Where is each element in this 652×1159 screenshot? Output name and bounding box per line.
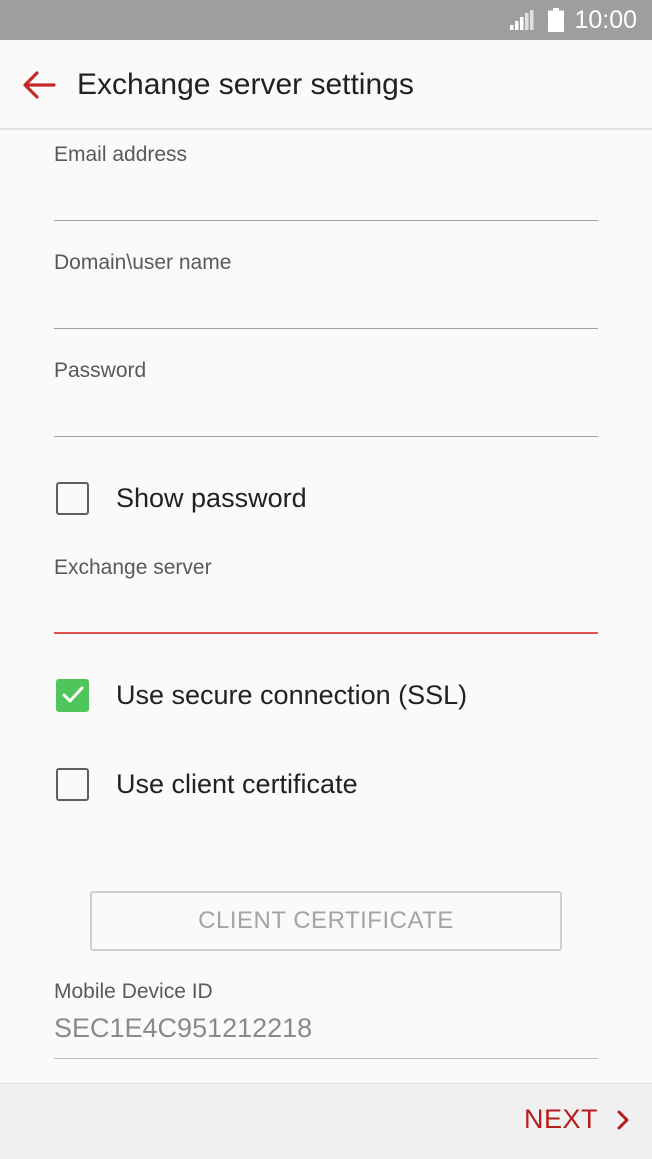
next-label: NEXT [523, 1104, 598, 1134]
exchange-server-label: Exchange server [54, 556, 212, 579]
device-id-label: Mobile Device ID [54, 980, 213, 1003]
ssl-checkbox-row[interactable]: Use secure connection (SSL) [56, 675, 467, 715]
app-bar: Exchange server settings [0, 40, 652, 130]
client-certificate-checkbox[interactable] [56, 767, 89, 801]
email-field[interactable] [54, 183, 598, 221]
client-certificate-checkbox-row[interactable]: Use client certificate [56, 764, 358, 804]
chevron-right-icon [617, 1110, 629, 1129]
password-label: Password [54, 359, 147, 382]
page-title: Exchange server settings [77, 68, 414, 101]
bottom-bar: NEXT [0, 1083, 652, 1159]
status-bar: 10:00 [0, 0, 652, 40]
show-password-label: Show password [116, 482, 307, 513]
checkmark-icon [62, 686, 83, 703]
status-clock: 10:00 [574, 6, 637, 34]
arrow-left-icon[interactable] [22, 70, 56, 100]
ssl-checkbox[interactable] [56, 678, 89, 712]
battery-icon [548, 8, 564, 37]
client-certificate-label: Use client certificate [116, 768, 358, 799]
username-field[interactable] [54, 291, 598, 329]
show-password-checkbox-row[interactable]: Show password [56, 478, 307, 518]
show-password-checkbox[interactable] [56, 481, 89, 515]
exchange-server-field[interactable] [54, 596, 598, 634]
password-field[interactable] [54, 399, 598, 437]
username-label: Domain\user name [54, 251, 232, 274]
signal-icon [510, 10, 534, 35]
next-button[interactable]: NEXT [524, 1104, 630, 1135]
email-label: Email address [54, 143, 188, 166]
client-certificate-button[interactable]: CLIENT CERTIFICATE [90, 891, 562, 951]
ssl-label: Use secure connection (SSL) [116, 679, 468, 710]
device-id-value: SEC1E4C951212218 [54, 1013, 598, 1059]
